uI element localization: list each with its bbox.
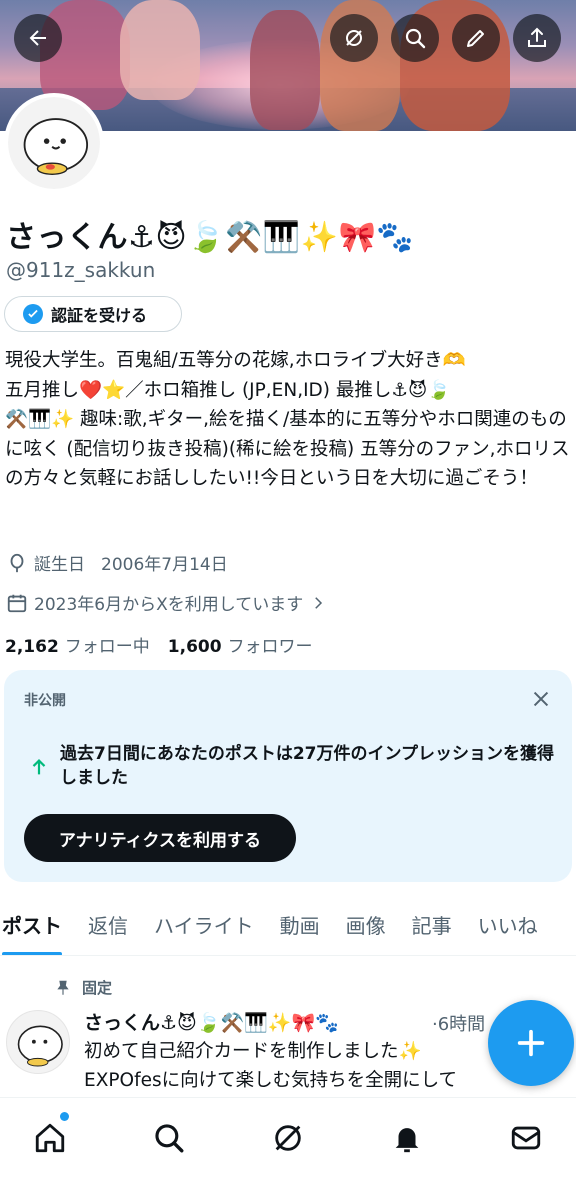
following-count: 2,162 [5,637,59,657]
search-button[interactable] [391,14,439,62]
tab-highlights[interactable]: ハイライト [154,896,254,955]
pinned-indicator: 固定 [54,977,112,998]
messages-icon [511,1126,541,1150]
edit-button[interactable] [452,14,500,62]
post-text[interactable]: 初めて自己紹介カードを制作しました✨ EXPOfesに向けて楽しむ気持ちを全開に… [84,1037,524,1095]
tab-videos[interactable]: 動画 [280,896,320,955]
birthday-label: 誕生日 [34,555,85,575]
get-verified-button[interactable]: 認証を受ける [4,296,182,332]
share-icon [528,27,546,47]
nav-notifications[interactable] [387,1118,427,1158]
grok-icon [346,30,362,46]
tab-replies[interactable]: 返信 [88,896,128,955]
search-icon [155,1124,184,1153]
nav-grok[interactable] [268,1118,308,1158]
display-name: さっくん⚓😈🍃⚒️🎹✨🎀🐾 [6,220,415,255]
tab-images[interactable]: 画像 [346,896,386,955]
profile-bio: 現役大学生。百鬼組/五等分の花嫁,ホロライブ大好き🫶 五月推し❤️⭐／ホロ箱推し… [5,350,570,489]
followers-count: 1,600 [167,637,222,657]
banner-figure [250,10,320,130]
home-notification-dot [60,1112,69,1121]
followers-label: フォロワー [227,637,313,657]
tab-posts[interactable]: ポスト [2,896,62,955]
user-handle: @911z_sakkun [6,258,156,282]
followers-link[interactable]: 1,600 フォロワー [168,632,313,657]
analytics-button[interactable]: アナリティクスを利用する [24,814,296,862]
post-avatar[interactable] [6,1010,70,1074]
post-time: ·6時間 [432,1014,486,1035]
tab-likes[interactable]: いいね [478,896,538,955]
chevron-right-icon [315,596,323,609]
following-label: フォロー中 [64,637,150,657]
home-icon [35,1123,65,1153]
arrow-up-icon [32,759,46,775]
arrow-left-icon [29,30,46,46]
grok-button[interactable] [330,14,378,62]
impressions-message: 過去7日間にあなたのポストは27万件のインプレッションを獲得しました [60,744,554,788]
grok-icon [275,1125,301,1151]
pinned-label: 固定 [82,979,113,997]
back-button[interactable] [14,14,62,62]
get-verified-label: 認証を受ける [51,306,148,325]
avatar-image [8,97,100,189]
notifications-icon [395,1128,419,1153]
verified-badge-icon [23,304,43,324]
tab-articles[interactable]: 記事 [412,896,452,955]
balloon-icon [10,553,24,572]
profile-avatar[interactable] [4,93,104,193]
calendar-icon [7,594,27,612]
search-icon [405,28,426,49]
share-button[interactable] [513,14,561,62]
private-analytics-card: 非公開 過去7日間にあなたのポストは27万件のインプレッションを獲得しました ア… [4,670,572,882]
card-title: 非公開 [24,693,66,709]
profile-tabs: ポスト 返信 ハイライト 動画 画像 記事 いいね [0,896,576,956]
birthday-row: 誕生日 2006年7月14日 [6,550,228,575]
follow-stats: 2,162 フォロー中 1,600 フォロワー [5,632,313,657]
pin-icon [57,980,69,995]
joined-row[interactable]: 2023年6月からXを利用しています [6,590,327,615]
following-link[interactable]: 2,162 フォロー中 [5,632,150,657]
post-author[interactable]: さっくん⚓😈🍃⚒️🎹✨🎀🐾 [84,1008,339,1035]
banner-figure [120,0,200,100]
compose-post-button[interactable] [488,1000,574,1086]
nav-search[interactable] [149,1118,189,1158]
joined-date: 2023年6月からXを利用しています [34,595,304,615]
bottom-navigation [0,1097,576,1200]
nav-messages[interactable] [506,1118,546,1158]
nav-home[interactable] [30,1112,70,1158]
pencil-icon [467,30,484,47]
close-icon[interactable] [530,688,552,710]
birthday-value: 2006年7月14日 [101,555,228,575]
plus-icon [517,1029,545,1057]
